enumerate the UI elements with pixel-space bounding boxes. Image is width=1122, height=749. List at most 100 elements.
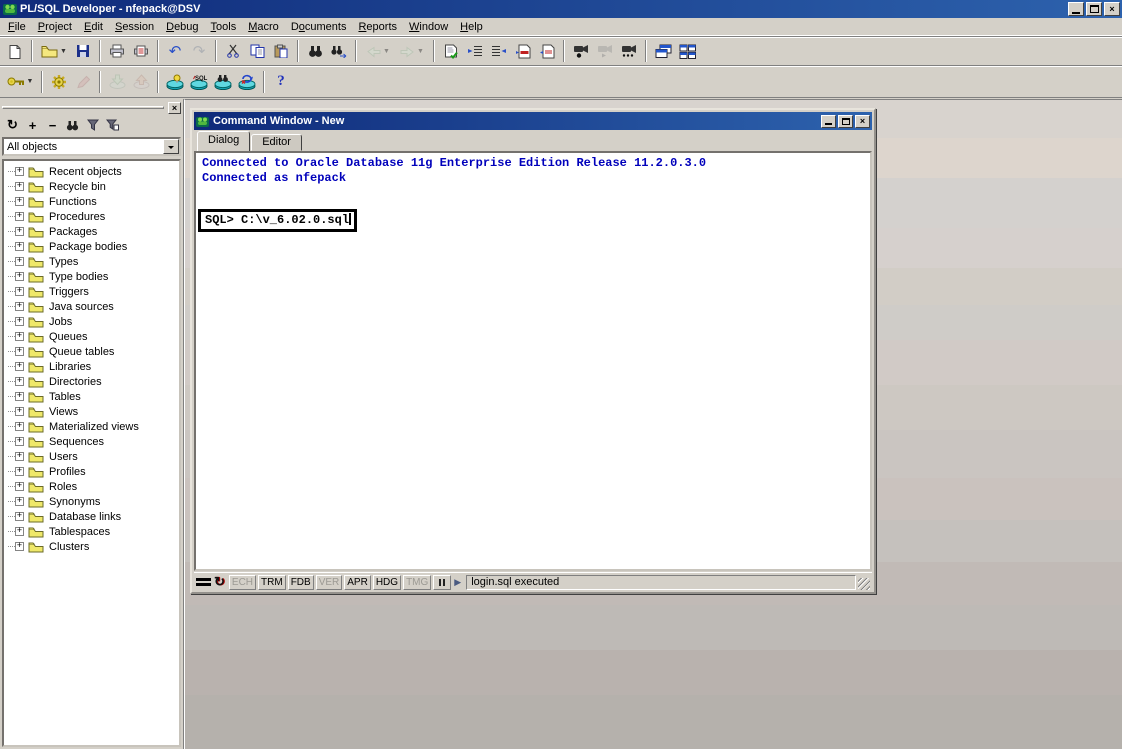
toggle-ver[interactable]: VER <box>316 575 343 590</box>
panel-close-button[interactable]: × <box>168 102 181 114</box>
tree-item[interactable]: +Recent objects <box>4 164 179 179</box>
logon-dropdown-icon[interactable]: ▼ <box>27 78 34 85</box>
refresh-session-button[interactable] <box>235 70 259 94</box>
logon-button[interactable]: ▼ <box>3 70 37 94</box>
tree-item[interactable]: +Materialized views <box>4 419 179 434</box>
tree-item[interactable]: +Synonyms <box>4 494 179 509</box>
forward-button[interactable]: ▼ <box>395 39 429 63</box>
dropdown-button[interactable] <box>163 139 179 154</box>
rollback-button[interactable] <box>129 70 153 94</box>
expand-icon[interactable]: + <box>15 332 24 341</box>
new-command-window-button[interactable]: SQL <box>187 70 211 94</box>
print-button[interactable] <box>105 39 129 63</box>
tree-item[interactable]: +Jobs <box>4 314 179 329</box>
redo-button[interactable]: ↷ <box>187 39 211 63</box>
tree-item[interactable]: +Tables <box>4 389 179 404</box>
object-filter-dropdown[interactable]: All objects <box>2 137 181 156</box>
next-marker-button[interactable] <box>511 39 535 63</box>
toggle-fdb[interactable]: FDB <box>288 575 314 590</box>
help-button[interactable]: ? <box>269 70 293 94</box>
commit-button[interactable] <box>105 70 129 94</box>
tree-item[interactable]: +Roles <box>4 479 179 494</box>
tree-item[interactable]: +Clusters <box>4 539 179 554</box>
indent-button[interactable] <box>463 39 487 63</box>
tile-windows-button[interactable] <box>675 39 699 63</box>
expand-icon[interactable]: + <box>15 182 24 191</box>
prompt-highlight-box[interactable]: SQL> C:\v_6.02.0.sql <box>198 209 357 232</box>
expand-all-button[interactable]: + <box>24 117 41 134</box>
menu-grip-icon[interactable] <box>196 578 211 586</box>
play-icon[interactable]: ▶ <box>454 577 461 588</box>
toggle-apr[interactable]: APR <box>344 575 371 590</box>
menu-help[interactable]: Help <box>454 19 489 35</box>
tree-item[interactable]: +Procedures <box>4 209 179 224</box>
expand-icon[interactable]: + <box>15 482 24 491</box>
expand-icon[interactable]: + <box>15 242 24 251</box>
expand-icon[interactable]: + <box>15 392 24 401</box>
find-next-button[interactable] <box>327 39 351 63</box>
find-object-button[interactable] <box>64 117 81 134</box>
tree-item[interactable]: +Directories <box>4 374 179 389</box>
menu-session[interactable]: Session <box>109 19 160 35</box>
menu-reports[interactable]: Reports <box>352 19 403 35</box>
expand-icon[interactable]: + <box>15 227 24 236</box>
tree-item[interactable]: +Sequences <box>4 434 179 449</box>
new-button[interactable] <box>3 39 27 63</box>
back-button[interactable]: ▼ <box>361 39 395 63</box>
browse-database-button[interactable] <box>211 70 235 94</box>
minimize-button[interactable] <box>1068 2 1084 16</box>
expand-icon[interactable]: + <box>15 437 24 446</box>
undo-button[interactable]: ↶ <box>163 39 187 63</box>
toggle-ech[interactable]: ECH <box>229 575 256 590</box>
tree-item[interactable]: +Libraries <box>4 359 179 374</box>
open-dropdown-icon[interactable]: ▼ <box>60 48 67 55</box>
macro-playback-button[interactable] <box>593 39 617 63</box>
resize-grip-icon[interactable] <box>858 578 870 590</box>
tree-item[interactable]: +Type bodies <box>4 269 179 284</box>
expand-icon[interactable]: + <box>15 542 24 551</box>
expand-icon[interactable]: + <box>15 347 24 356</box>
tree-item[interactable]: +Package bodies <box>4 239 179 254</box>
tree-item[interactable]: +Triggers <box>4 284 179 299</box>
tab-dialog[interactable]: Dialog <box>197 131 250 152</box>
find-button[interactable] <box>303 39 327 63</box>
expand-icon[interactable]: + <box>15 467 24 476</box>
tree-item[interactable]: +Functions <box>4 194 179 209</box>
forward-dropdown-icon[interactable]: ▼ <box>417 48 424 55</box>
tree-item[interactable]: +Tablespaces <box>4 524 179 539</box>
tree-item[interactable]: +Types <box>4 254 179 269</box>
menu-documents[interactable]: Documents <box>285 19 353 35</box>
expand-icon[interactable]: + <box>15 302 24 311</box>
tree-item[interactable]: +Users <box>4 449 179 464</box>
cw-maximize-button[interactable] <box>838 115 853 128</box>
filter-settings-button[interactable] <box>104 117 121 134</box>
menu-macro[interactable]: Macro <box>242 19 285 35</box>
expand-icon[interactable]: + <box>15 497 24 506</box>
copy-button[interactable] <box>245 39 269 63</box>
tree-item[interactable]: +Queue tables <box>4 344 179 359</box>
pause-button[interactable] <box>433 575 451 590</box>
cascade-windows-button[interactable] <box>651 39 675 63</box>
save-button[interactable] <box>71 39 95 63</box>
print-preview-button[interactable] <box>129 39 153 63</box>
menu-edit[interactable]: Edit <box>78 19 109 35</box>
tree-item[interactable]: +Views <box>4 404 179 419</box>
expand-icon[interactable]: + <box>15 527 24 536</box>
expand-icon[interactable]: + <box>15 212 24 221</box>
panel-drag-grip[interactable] <box>2 106 164 109</box>
expand-icon[interactable]: + <box>15 197 24 206</box>
toggle-trm[interactable]: TRM <box>258 575 286 590</box>
refresh-icon[interactable]: ↻ <box>214 574 225 590</box>
cut-button[interactable] <box>221 39 245 63</box>
refresh-button[interactable]: ↻ <box>4 117 21 134</box>
open-button[interactable]: ▼ <box>37 39 71 63</box>
filter-button[interactable] <box>84 117 101 134</box>
command-window-titlebar[interactable]: Command Window - New × <box>194 112 872 130</box>
maximize-button[interactable] <box>1086 2 1102 16</box>
menu-tools[interactable]: Tools <box>205 19 243 35</box>
paste-button[interactable] <box>269 39 293 63</box>
toggle-tmg[interactable]: TMG <box>403 575 431 590</box>
expand-icon[interactable]: + <box>15 362 24 371</box>
edit-button[interactable] <box>71 70 95 94</box>
syntax-check-button[interactable] <box>439 39 463 63</box>
